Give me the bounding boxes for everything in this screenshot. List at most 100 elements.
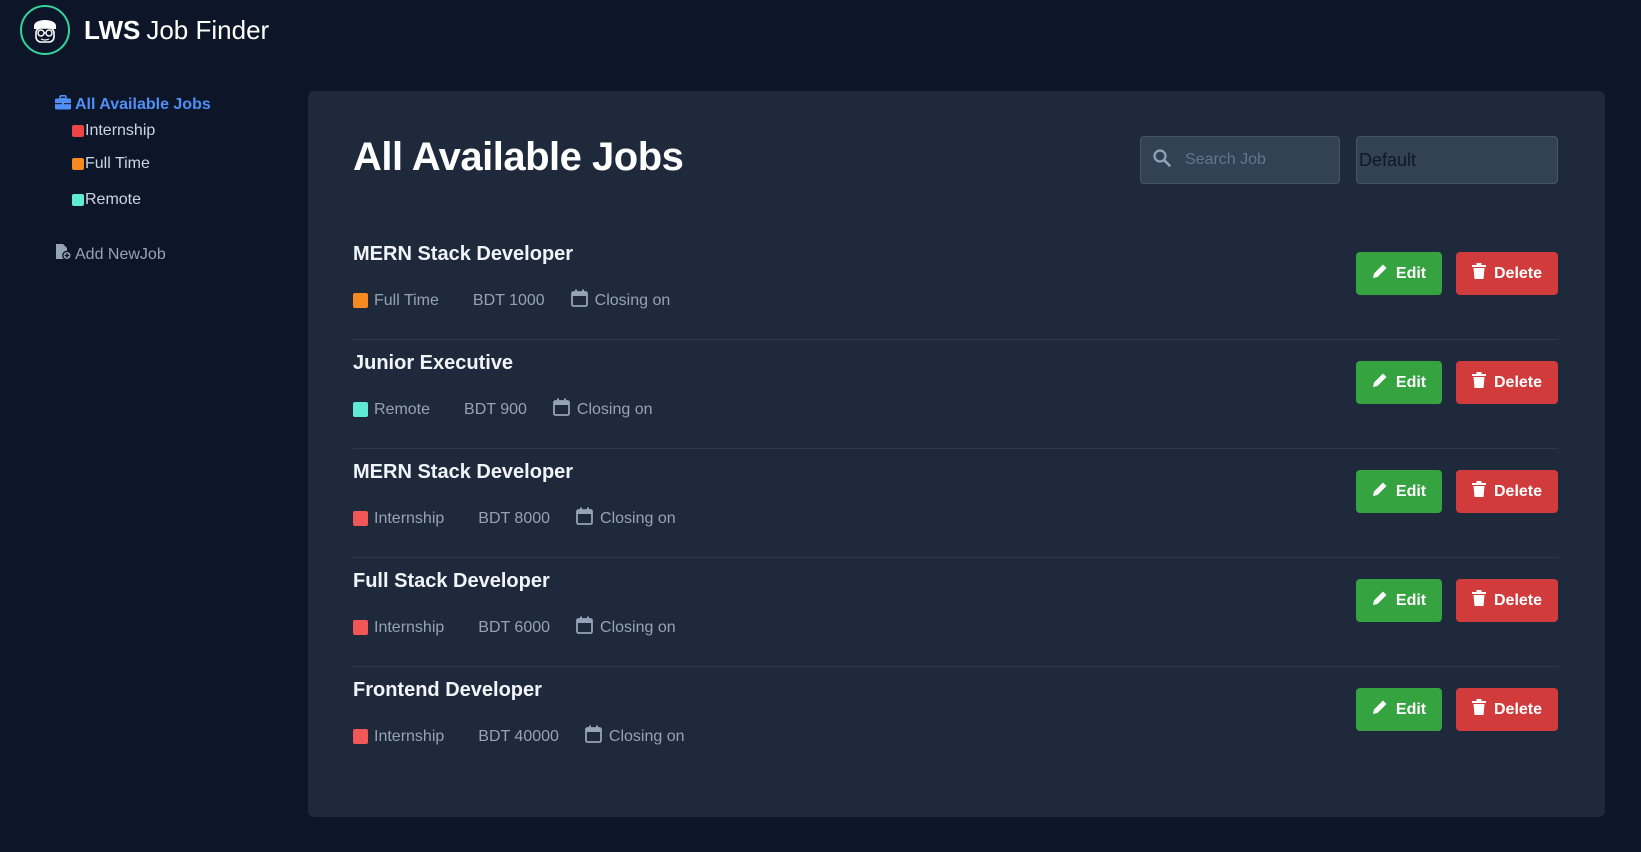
job-closing: Closing on — [576, 616, 676, 639]
job-title[interactable]: MERN Stack Developer — [353, 243, 573, 266]
calendar-icon — [576, 616, 593, 639]
internship-color-icon — [72, 125, 84, 137]
sidebar-item-remote[interactable]: Remote — [72, 182, 295, 218]
calendar-icon — [576, 507, 593, 530]
job-closing-label: Closing on — [608, 727, 685, 745]
job-type-label: Full Time — [374, 291, 439, 309]
job-type-label: Internship — [374, 727, 445, 745]
job-row: MERN Stack Developer Internship BDT 8000… — [353, 449, 1558, 558]
trash-icon — [1471, 590, 1486, 611]
job-type: Internship — [353, 510, 444, 528]
job-salary: BDT 6000 — [478, 618, 551, 636]
sidebar-item-label: All Available Jobs — [75, 96, 211, 113]
trash-icon — [1471, 372, 1486, 393]
job-actions: Edit Delete — [1356, 252, 1558, 295]
pencil-icon — [1372, 699, 1388, 720]
job-title[interactable]: MERN Stack Developer — [353, 461, 573, 484]
job-closing: Closing on — [576, 507, 676, 530]
job-salary: BDT 40000 — [478, 727, 559, 745]
brand-title: LWS Job Finder — [84, 15, 269, 46]
file-add-icon — [55, 244, 73, 265]
job-closing-label: Closing on — [594, 291, 671, 309]
trash-icon — [1471, 699, 1486, 720]
sidebar-item-all-jobs[interactable]: All Available Jobs — [55, 94, 295, 116]
job-row: Full Stack Developer Internship BDT 6000… — [353, 558, 1558, 667]
job-type-label: Remote — [374, 400, 431, 418]
calendar-icon — [570, 289, 588, 312]
job-type-color-icon — [353, 293, 368, 308]
edit-button[interactable]: Edit — [1356, 361, 1442, 404]
sidebar-item-label: Internship — [85, 122, 156, 139]
job-type-color-icon — [353, 729, 368, 744]
delete-button[interactable]: Delete — [1456, 252, 1558, 295]
delete-button-label: Delete — [1493, 591, 1543, 609]
delete-button[interactable]: Delete — [1456, 688, 1558, 731]
sidebar-item-internship[interactable]: Internship — [72, 116, 295, 146]
pencil-icon — [1372, 372, 1388, 393]
header: LWS Job Finder — [20, 4, 269, 56]
edit-button-label: Edit — [1395, 264, 1427, 282]
trash-icon — [1471, 263, 1486, 284]
job-closing: Closing on — [585, 725, 685, 748]
job-salary: BDT 900 — [464, 400, 527, 418]
pencil-icon — [1372, 590, 1388, 611]
job-title[interactable]: Frontend Developer — [353, 679, 542, 702]
job-title[interactable]: Junior Executive — [353, 352, 513, 375]
job-meta: Internship BDT 6000 Closing on — [353, 616, 676, 639]
remote-color-icon — [72, 194, 84, 206]
brand-bold: LWS — [84, 14, 141, 45]
calendar-icon — [552, 398, 570, 421]
full-time-color-icon — [72, 158, 84, 170]
brand-rest: Job Finder — [146, 14, 270, 45]
edit-button[interactable]: Edit — [1356, 579, 1442, 622]
job-type-color-icon — [353, 402, 368, 417]
sidebar-item-add-job[interactable]: Add NewJob — [55, 244, 295, 265]
edit-button-label: Edit — [1395, 591, 1427, 609]
job-salary: BDT 1000 — [472, 291, 545, 309]
job-actions: Edit Delete — [1356, 579, 1558, 622]
delete-button[interactable]: Delete — [1456, 361, 1558, 404]
sort-select[interactable]: Default — [1356, 136, 1558, 184]
delete-button-label: Delete — [1493, 373, 1543, 391]
job-closing-label: Closing on — [600, 618, 676, 636]
job-meta: Full Time BDT 1000 Closing on — [353, 289, 670, 312]
search-box — [1140, 136, 1340, 184]
delete-button[interactable]: Delete — [1456, 470, 1558, 513]
edit-button[interactable]: Edit — [1356, 688, 1442, 731]
delete-button[interactable]: Delete — [1456, 579, 1558, 622]
job-type-label: Internship — [374, 509, 445, 527]
job-type: Internship — [353, 728, 444, 746]
job-type-color-icon — [353, 620, 368, 635]
search-input[interactable] — [1185, 151, 1325, 169]
job-title[interactable]: Full Stack Developer — [353, 570, 550, 593]
app-root: LWS Job Finder All Available Jobs Interns… — [0, 0, 1641, 852]
job-type: Remote — [353, 401, 430, 419]
search-icon — [1153, 148, 1171, 172]
sort-selected-value: Default — [1359, 149, 1417, 170]
job-type: Internship — [353, 619, 444, 637]
sidebar-item-label: Full Time — [85, 155, 150, 172]
job-actions: Edit Delete — [1356, 688, 1558, 731]
sidebar-subnav: Internship Full Time Remote — [72, 116, 295, 218]
job-closing-label: Closing on — [600, 509, 676, 527]
job-type-label: Internship — [374, 618, 445, 636]
job-salary: BDT 8000 — [478, 509, 551, 527]
job-meta: Internship BDT 40000 Closing on — [353, 725, 685, 748]
job-actions: Edit Delete — [1356, 361, 1558, 404]
sidebar-item-label: Remote — [85, 191, 142, 208]
logo-icon[interactable] — [20, 5, 70, 55]
job-row: Junior Executive Remote BDT 900 Closing … — [353, 340, 1558, 449]
pencil-icon — [1372, 481, 1388, 502]
edit-button-label: Edit — [1395, 373, 1427, 391]
job-type-color-icon — [353, 511, 368, 526]
job-row: Frontend Developer Internship BDT 40000 … — [353, 667, 1558, 776]
edit-button-label: Edit — [1395, 700, 1427, 718]
sidebar: All Available Jobs Internship Full Time … — [55, 94, 295, 265]
edit-button[interactable]: Edit — [1356, 252, 1442, 295]
trash-icon — [1471, 481, 1486, 502]
job-list: MERN Stack Developer Full Time BDT 1000 … — [353, 231, 1558, 776]
edit-button[interactable]: Edit — [1356, 470, 1442, 513]
pencil-icon — [1372, 263, 1388, 284]
edit-button-label: Edit — [1395, 482, 1427, 500]
sidebar-item-full-time[interactable]: Full Time — [72, 146, 295, 182]
